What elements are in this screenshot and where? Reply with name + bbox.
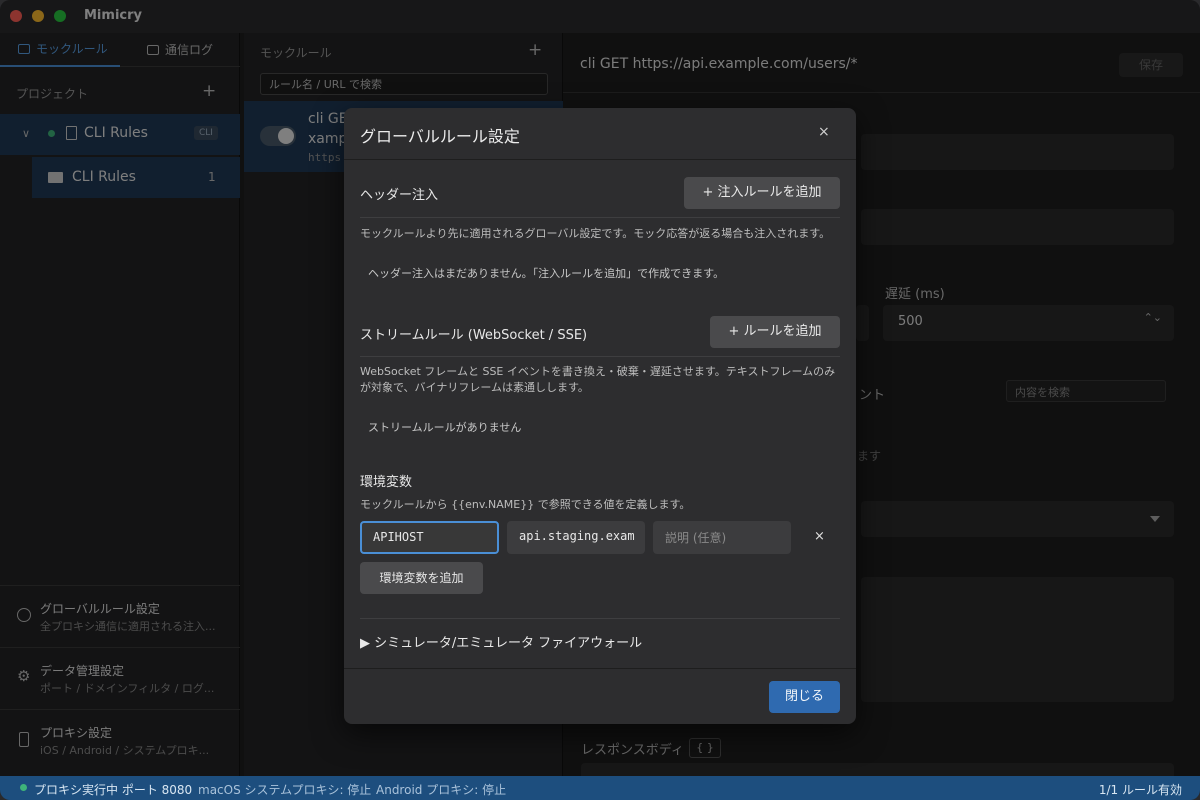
empty-state: ストリームルールがありません (368, 421, 522, 434)
divider (344, 668, 856, 669)
close-icon[interactable]: × (818, 124, 830, 140)
section-title-header-injection: ヘッダー注入 (360, 188, 439, 203)
remove-env-icon[interactable]: × (814, 529, 825, 544)
env-value-input[interactable]: api.staging.exam (507, 521, 645, 554)
divider (360, 356, 840, 357)
active-rules-count: 1/1 ルール有効 (1098, 783, 1182, 797)
divider (360, 217, 840, 218)
add-injection-rule-button[interactable]: + 注入ルールを追加 (684, 177, 840, 209)
section-description: モックルールから {{env.NAME}} で参照できる値を定義します。 (360, 498, 691, 511)
add-env-button[interactable]: 環境変数を追加 (360, 562, 483, 594)
macos-proxy-status: macOS システムプロキシ: 停止 (198, 783, 372, 797)
env-key-input[interactable]: APIHOST (360, 521, 499, 554)
dialog-title: グローバルルール設定 (360, 127, 520, 146)
android-proxy-status: Android プロキシ: 停止 (376, 783, 507, 797)
proxy-status: プロキシ実行中 ポート 8080 (34, 783, 193, 797)
app-window: Mimicry モックルール 通信ログ プロジェクト + ∨ CLI Rules… (0, 0, 1200, 800)
firewall-disclosure[interactable]: ▶ シミュレータ/エミュレータ ファイアウォール (360, 632, 642, 651)
divider (344, 159, 856, 160)
section-title-stream-rules: ストリームルール (WebSocket / SSE) (360, 328, 588, 343)
close-button[interactable]: 閉じる (769, 681, 840, 713)
section-title-env: 環境変数 (360, 475, 413, 490)
global-rules-dialog: グローバルルール設定 × ヘッダー注入 + 注入ルールを追加 モックルールより先… (344, 108, 856, 724)
empty-state: ヘッダー注入はまだありません。「注入ルールを追加」で作成できます。 (368, 267, 725, 280)
status-bar: プロキシ実行中 ポート 8080 macOS システムプロキシ: 停止 Andr… (0, 776, 1200, 800)
env-description-input[interactable]: 説明 (任意) (653, 521, 791, 554)
divider (360, 618, 840, 619)
add-stream-rule-button[interactable]: + ルールを追加 (710, 316, 840, 348)
section-description: モックルールより先に適用されるグローバル設定です。モック応答が返る場合も注入され… (360, 227, 831, 240)
section-description: WebSocket フレームと SSE イベントを書き換え・破棄・遅延させます。… (360, 365, 836, 394)
status-dot (20, 784, 27, 791)
